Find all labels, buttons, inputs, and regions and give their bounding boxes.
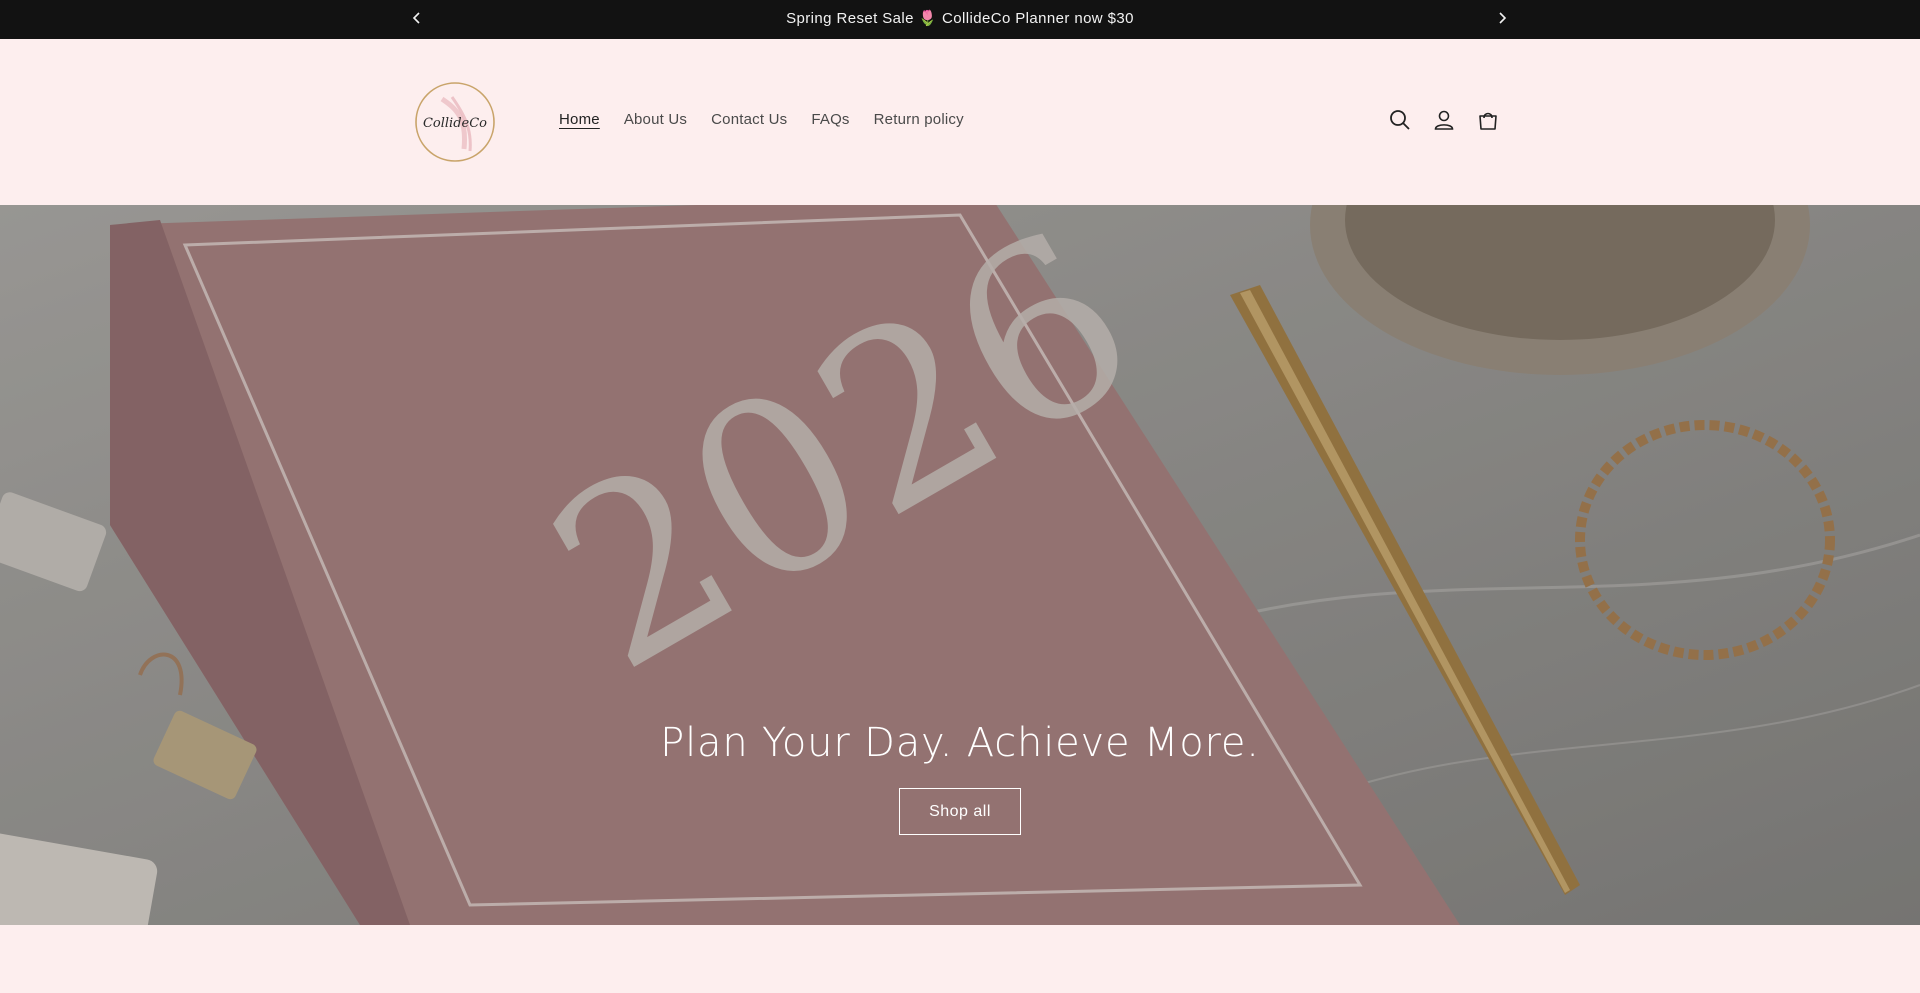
search-icon [1390, 110, 1410, 130]
page-section-below [0, 925, 1920, 993]
chevron-right-icon [1499, 12, 1507, 24]
site-header: CollideCo Home About Us Contact Us FAQs … [0, 39, 1920, 205]
nav-return-policy[interactable]: Return policy [862, 111, 976, 128]
announcement-bar: Spring Reset Sale 🌷 CollideCo Planner no… [0, 0, 1920, 39]
announcement-next-button[interactable] [1490, 6, 1514, 30]
shop-all-button[interactable]: Shop all [899, 788, 1021, 835]
announcement-text: Spring Reset Sale 🌷 CollideCo Planner no… [786, 10, 1134, 27]
logo[interactable]: CollideCo [412, 79, 498, 165]
logo-text: CollideCo [423, 116, 487, 131]
hero-banner: 2026 Plan Your Day. Achieve More. Shop a… [0, 205, 1920, 925]
nav-home[interactable]: Home [547, 111, 612, 128]
nav-contact-us[interactable]: Contact Us [699, 111, 799, 128]
account-button[interactable] [1432, 107, 1456, 133]
main-nav: Home About Us Contact Us FAQs Return pol… [547, 111, 976, 128]
nav-about-us[interactable]: About Us [612, 111, 699, 128]
search-button[interactable] [1388, 107, 1412, 133]
hero-title: Plan Your Day. Achieve More. [660, 720, 1260, 766]
cart-button[interactable] [1476, 107, 1500, 133]
cart-icon [1479, 112, 1497, 130]
nav-faqs[interactable]: FAQs [799, 111, 861, 128]
account-icon [1434, 110, 1454, 130]
logo-mark: CollideCo [415, 82, 495, 162]
header-icons [1388, 107, 1500, 133]
